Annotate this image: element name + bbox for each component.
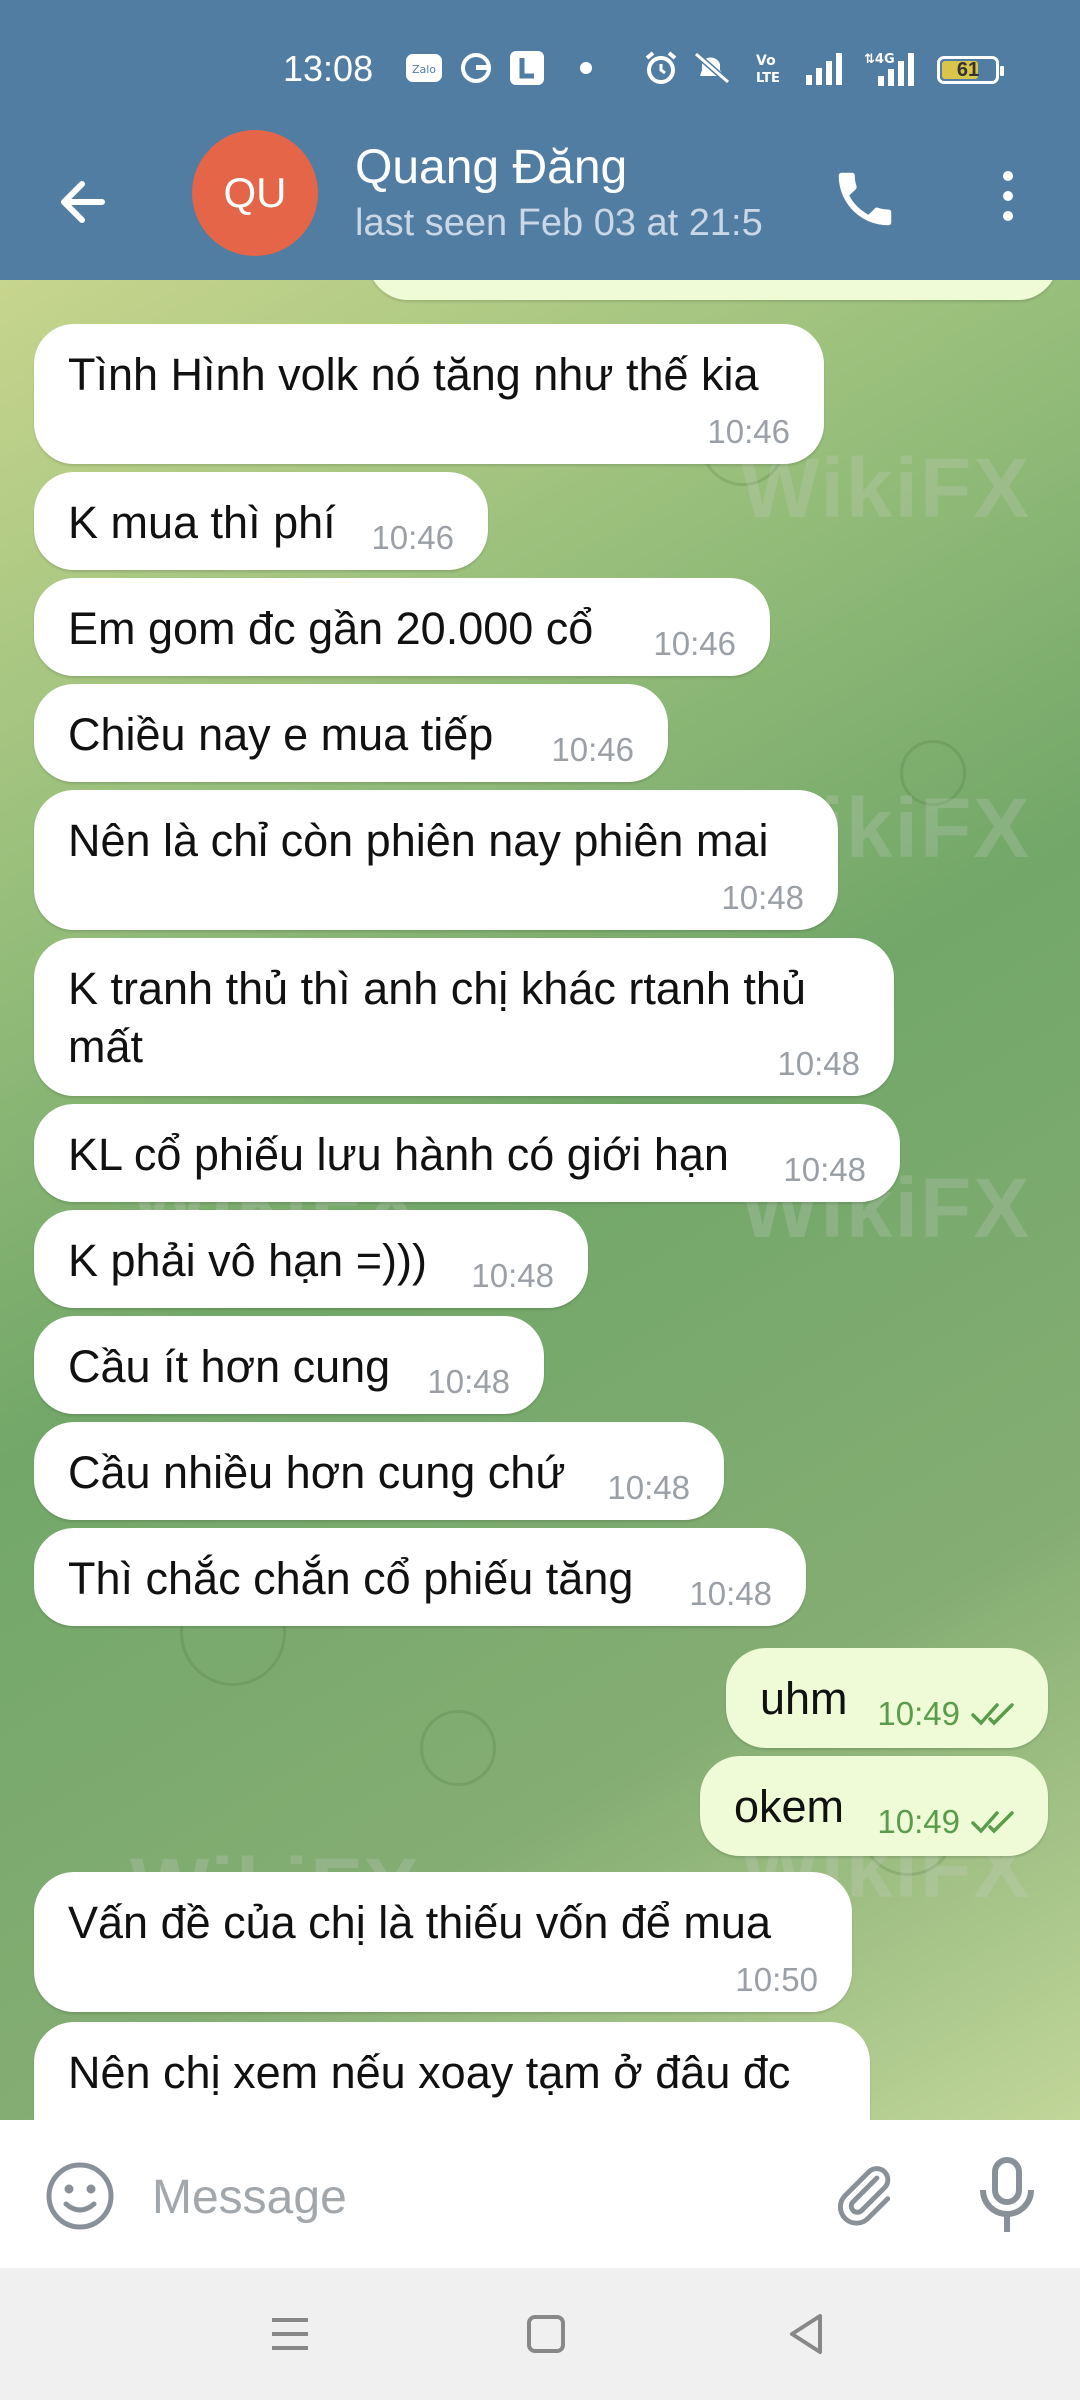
phone-call-icon[interactable] [830, 164, 900, 234]
message-time: 10:46 [551, 731, 634, 768]
4g-signal-icon: ⇅4G [864, 50, 922, 86]
message-meta: 10:49 [877, 1802, 1022, 1842]
back-icon[interactable] [780, 2308, 832, 2360]
mute-icon [692, 50, 732, 86]
message-bubble[interactable]: Vấn đề của chị là thiếu vốn để mua 10:50 [34, 1872, 852, 2012]
message-text: Tình Hình volk nó tăng như thế kia [68, 349, 759, 400]
message-time: 10:49 [877, 1694, 960, 1732]
message-bubble-outgoing[interactable]: uhm 10:49 [726, 1648, 1048, 1748]
message-bubble[interactable]: Em gom đc gần 20.000 cổ 10:46 [34, 578, 770, 676]
message-text: K tranh thủ thì anh chị khác rtanh thủ m… [68, 963, 806, 1072]
message-time: 10:46 [653, 625, 736, 662]
message-time: 10:48 [427, 1363, 510, 1400]
message-text: Chiều nay e mua tiếp [68, 709, 494, 760]
message-bubble[interactable]: Nên là chỉ còn phiên nay phiên mai 10:48 [34, 790, 838, 930]
svg-text:⇅4G: ⇅4G [864, 52, 895, 67]
message-time: 10:48 [471, 1257, 554, 1294]
message-text: Nên là chỉ còn phiên nay phiên mai [68, 815, 769, 866]
g-app-icon [458, 50, 494, 86]
system-navigation-bar [0, 2268, 1080, 2400]
battery-level: 61 [956, 59, 980, 81]
home-icon[interactable] [520, 2308, 572, 2360]
volte-icon: Vo LTE [754, 50, 790, 86]
back-arrow-icon[interactable] [52, 172, 112, 232]
message-bubble[interactable]: K mua thì phí 10:46 [34, 472, 488, 570]
message-text: Thì chắc chắn cổ phiếu tăng [68, 1553, 634, 1604]
message-bubble[interactable]: Cầu nhiều hơn cung chứ 10:48 [34, 1422, 724, 1520]
contact-name[interactable]: Quang Đăng [355, 140, 627, 195]
zalo-icon: Zalo [404, 50, 444, 86]
double-check-icon [970, 1698, 1022, 1734]
message-bubble[interactable]: K phải vô hạn =))) 10:48 [34, 1210, 588, 1308]
message-time: 10:46 [371, 519, 454, 556]
message-text: K mua thì phí [68, 497, 336, 548]
message-bubble[interactable]: Nên chị xem nếu xoay tạm ở đâu đc [34, 2022, 870, 2120]
l-app-icon [508, 50, 546, 86]
dot-icon [578, 50, 594, 86]
svg-text:LTE: LTE [756, 71, 780, 86]
message-text: KL cổ phiếu lưu hành có giới hạn [68, 1129, 729, 1180]
battery-icon: 61 [937, 56, 1004, 84]
message-bubble[interactable]: Tình Hình volk nó tăng như thế kia 10:46 [34, 324, 824, 464]
message-time: 10:49 [877, 1802, 960, 1840]
message-text: Cầu nhiều hơn cung chứ [68, 1447, 566, 1498]
message-meta: 10:49 [877, 1694, 1022, 1734]
message-bubble[interactable]: K tranh thủ thì anh chị khác rtanh thủ m… [34, 938, 894, 1096]
more-options-icon[interactable] [990, 166, 1026, 226]
message-bubble[interactable]: KL cổ phiếu lưu hành có giới hạn 10:48 [34, 1104, 900, 1202]
message-input[interactable] [150, 2160, 794, 2234]
message-text: Vấn đề của chị là thiếu vốn để mua [68, 1897, 771, 1948]
wallpaper-doodle [420, 1710, 496, 1786]
alarm-icon [642, 50, 680, 86]
message-time: 10:48 [721, 879, 804, 916]
app-header-bar: 13:08 Zalo Vo LTE ⇅4G 61 QU Quang Đăng l… [0, 0, 1080, 280]
message-text: okem [734, 1781, 845, 1832]
message-text: Em gom đc gần 20.000 cổ [68, 603, 594, 654]
message-time: 10:50 [735, 1961, 818, 1998]
last-seen-status: last seen Feb 03 at 21:5 [355, 202, 763, 244]
message-text: K phải vô hạn =))) [68, 1235, 427, 1286]
svg-text:Zalo: Zalo [412, 63, 436, 76]
message-time: 10:48 [777, 1045, 860, 1082]
status-bar: 13:08 Zalo Vo LTE ⇅4G 61 [0, 0, 1080, 140]
message-bubble[interactable]: Thì chắc chắn cổ phiếu tăng 10:48 [34, 1528, 806, 1626]
message-bubble-outgoing[interactable]: okem 10:49 [700, 1756, 1048, 1856]
message-text: Nên chị xem nếu xoay tạm ở đâu đc [68, 2047, 791, 2098]
status-time: 13:08 [283, 48, 374, 89]
microphone-icon[interactable] [970, 2154, 1044, 2238]
avatar[interactable]: QU [192, 130, 318, 256]
message-bubble-partial[interactable] [368, 280, 1058, 300]
double-check-icon [970, 1806, 1022, 1842]
emoji-icon[interactable] [44, 2160, 116, 2232]
message-bubble[interactable]: Cầu ít hơn cung 10:48 [34, 1316, 544, 1414]
chat-messages-area[interactable]: WikiFX WikiFX WikiFX WikiFX WikiFX WikiF… [0, 280, 1080, 2120]
message-time: 10:46 [707, 413, 790, 450]
signal-icon [804, 50, 848, 86]
svg-text:Vo: Vo [756, 53, 776, 69]
recent-apps-icon[interactable] [264, 2308, 316, 2360]
paperclip-icon[interactable] [826, 2158, 900, 2232]
message-time: 10:48 [783, 1151, 866, 1188]
message-time: 10:48 [689, 1575, 772, 1612]
avatar-initials: QU [223, 169, 287, 216]
message-text: uhm [760, 1673, 848, 1724]
message-text: Cầu ít hơn cung [68, 1341, 391, 1392]
message-time: 10:48 [607, 1469, 690, 1506]
message-bubble[interactable]: Chiều nay e mua tiếp 10:46 [34, 684, 668, 782]
message-composer [0, 2120, 1080, 2268]
